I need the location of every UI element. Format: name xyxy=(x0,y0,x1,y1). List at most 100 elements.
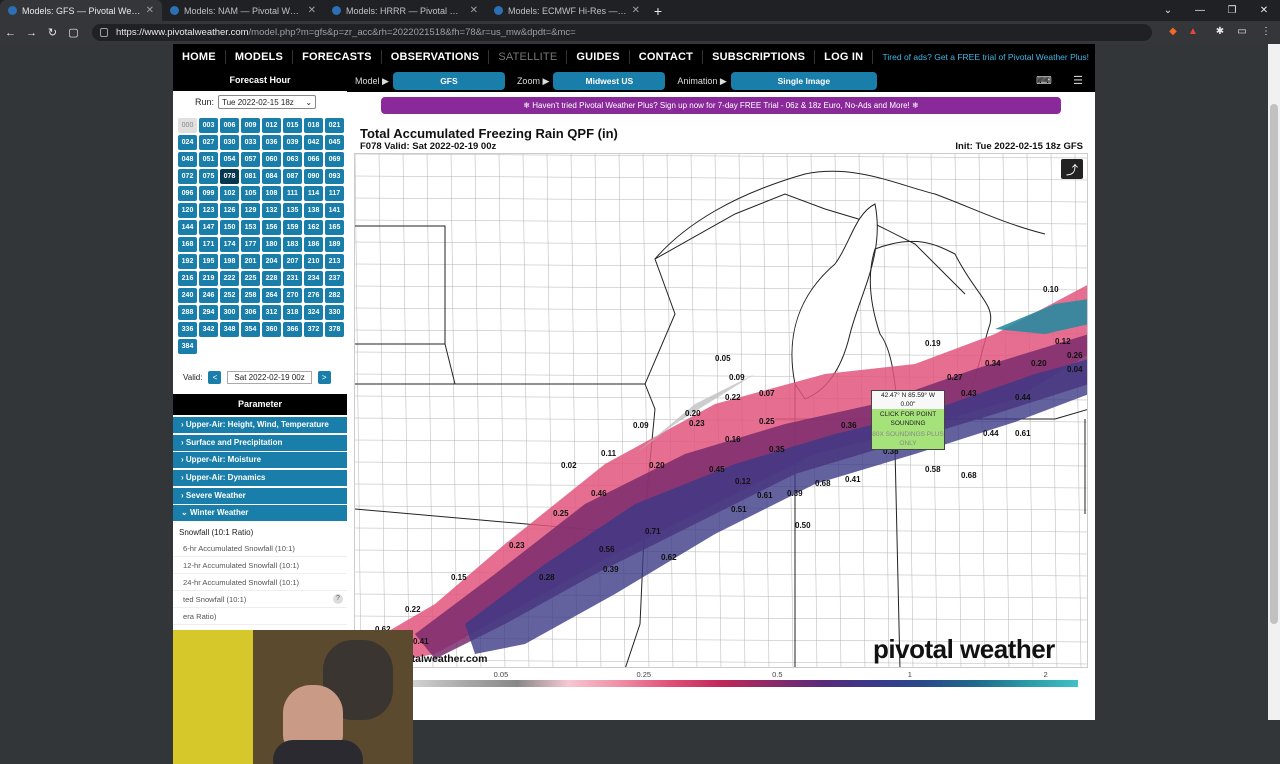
nav-subscriptions[interactable]: SUBSCRIPTIONS xyxy=(703,50,816,64)
forecast-hour-button[interactable]: 252 xyxy=(220,288,239,303)
forecast-hour-button[interactable]: 330 xyxy=(325,305,344,320)
forecast-hour-button[interactable]: 192 xyxy=(178,254,197,269)
close-window-icon[interactable]: ✕ xyxy=(1248,0,1280,21)
nav-home[interactable]: HOME xyxy=(173,50,226,64)
forecast-hour-button[interactable]: 117 xyxy=(325,186,344,201)
prev-hour-button[interactable]: < xyxy=(208,371,222,384)
forecast-hour-button[interactable]: 141 xyxy=(325,203,344,218)
forecast-hour-button[interactable]: 186 xyxy=(304,237,323,252)
back-icon[interactable]: ← xyxy=(0,27,21,39)
forecast-hour-button[interactable]: 195 xyxy=(199,254,218,269)
parameter-category[interactable]: ⌄ Winter Weather xyxy=(173,505,347,522)
help-icon[interactable]: ? xyxy=(333,594,343,605)
settings-sliders-icon[interactable]: ☰ xyxy=(1069,74,1087,88)
browser-tab[interactable]: Models: ECMWF Hi-Res — Pivotal We ✕ xyxy=(486,0,648,21)
forecast-hour-button[interactable]: 213 xyxy=(325,254,344,269)
forecast-hour-button[interactable]: 129 xyxy=(241,203,260,218)
nav-forecasts[interactable]: FORECASTS xyxy=(293,50,382,64)
forecast-hour-button[interactable]: 114 xyxy=(304,186,323,201)
forecast-hour-button[interactable]: 030 xyxy=(220,135,239,150)
forecast-hour-button[interactable]: 276 xyxy=(304,288,323,303)
forecast-hour-button[interactable]: 054 xyxy=(220,152,239,167)
forecast-hour-button[interactable]: 021 xyxy=(325,118,344,133)
forecast-hour-button[interactable]: 051 xyxy=(199,152,218,167)
bookmark-icon[interactable]: ▢ xyxy=(63,26,84,39)
forecast-hour-button[interactable]: 108 xyxy=(262,186,281,201)
address-bar[interactable]: https://www.pivotalweather.com/model.php… xyxy=(92,24,1152,41)
model-select[interactable]: GFS xyxy=(392,72,505,90)
parameter-category[interactable]: › Upper-Air: Height, Wind, Temperature xyxy=(173,417,347,433)
parameter-category[interactable]: › Upper-Air: Dynamics xyxy=(173,470,347,487)
forecast-hour-button[interactable]: 042 xyxy=(304,135,323,150)
wallet-icon[interactable]: ▭ xyxy=(1234,24,1250,40)
forecast-hour-button[interactable]: 090 xyxy=(304,169,323,184)
extensions-icon[interactable]: ✱ xyxy=(1212,24,1228,40)
forecast-hour-button[interactable]: 045 xyxy=(325,135,344,150)
forecast-hour-button[interactable]: 078 xyxy=(220,169,239,184)
forecast-hour-button[interactable]: 018 xyxy=(304,118,323,133)
forecast-hour-button[interactable]: 300 xyxy=(220,305,239,320)
forecast-hour-button[interactable]: 066 xyxy=(304,152,323,167)
zoom-select[interactable]: Midwest US xyxy=(553,72,666,90)
forecast-hour-button[interactable]: 237 xyxy=(325,271,344,286)
forecast-hour-button[interactable]: 312 xyxy=(262,305,281,320)
forecast-hour-button[interactable]: 201 xyxy=(241,254,260,269)
forecast-hour-button[interactable]: 198 xyxy=(220,254,239,269)
forecast-hour-button[interactable]: 060 xyxy=(262,152,281,167)
forecast-hour-button[interactable]: 153 xyxy=(241,220,260,235)
forecast-hour-button[interactable]: 132 xyxy=(262,203,281,218)
forecast-hour-button[interactable]: 144 xyxy=(178,220,197,235)
browser-tab[interactable]: Models: NAM — Pivotal Weather ✕ xyxy=(162,0,324,21)
point-sounding-button[interactable]: CLICK FOR POINT SOUNDING xyxy=(872,409,944,429)
forecast-hour-button[interactable]: 318 xyxy=(283,305,302,320)
forecast-hour-button[interactable]: 024 xyxy=(178,135,197,150)
nav-satellite[interactable]: SATELLITE xyxy=(489,50,568,64)
forecast-hour-button[interactable]: 246 xyxy=(199,288,218,303)
minimize-icon[interactable]: — xyxy=(1184,0,1216,21)
forecast-hour-button[interactable]: 180 xyxy=(262,237,281,252)
forecast-hour-button[interactable]: 063 xyxy=(283,152,302,167)
forecast-hour-button[interactable]: 039 xyxy=(283,135,302,150)
forecast-hour-button[interactable]: 111 xyxy=(283,186,302,201)
forecast-hour-button[interactable]: 216 xyxy=(178,271,197,286)
forecast-hour-button[interactable]: 183 xyxy=(283,237,302,252)
forecast-hour-button[interactable]: 225 xyxy=(241,271,260,286)
forecast-hour-button[interactable]: 093 xyxy=(325,169,344,184)
forecast-hour-button[interactable]: 003 xyxy=(199,118,218,133)
scroll-thumb[interactable] xyxy=(1270,104,1278,624)
forecast-hour-button[interactable]: 120 xyxy=(178,203,197,218)
next-hour-button[interactable]: > xyxy=(317,371,331,384)
forecast-hour-button[interactable]: 234 xyxy=(304,271,323,286)
forecast-hour-button[interactable]: 228 xyxy=(262,271,281,286)
forecast-hour-button[interactable]: 165 xyxy=(325,220,344,235)
forecast-hour-button[interactable]: 009 xyxy=(241,118,260,133)
nav-log-in[interactable]: LOG IN xyxy=(815,50,874,64)
forecast-hour-button[interactable]: 072 xyxy=(178,169,197,184)
forecast-hour-button[interactable]: 138 xyxy=(304,203,323,218)
forecast-hour-button[interactable]: 219 xyxy=(199,271,218,286)
forecast-hour-button[interactable]: 240 xyxy=(178,288,197,303)
forecast-hour-button[interactable]: 270 xyxy=(283,288,302,303)
close-tab-icon[interactable]: ✕ xyxy=(146,5,154,16)
forecast-hour-button[interactable]: 105 xyxy=(241,186,260,201)
forecast-hour-button[interactable]: 174 xyxy=(220,237,239,252)
new-tab-icon[interactable]: + xyxy=(648,0,668,21)
keyboard-icon[interactable]: ⌨ xyxy=(1035,74,1053,88)
forecast-hour-button[interactable]: 135 xyxy=(283,203,302,218)
forecast-hour-button[interactable]: 087 xyxy=(283,169,302,184)
forecast-hour-button[interactable]: 222 xyxy=(220,271,239,286)
nav-observations[interactable]: OBSERVATIONS xyxy=(382,50,490,64)
forecast-hour-button[interactable]: 210 xyxy=(304,254,323,269)
parameter-category[interactable]: › Severe Weather xyxy=(173,487,347,504)
forecast-hour-button[interactable]: 177 xyxy=(241,237,260,252)
forecast-hour-button[interactable]: 204 xyxy=(262,254,281,269)
forecast-hour-button[interactable]: 000 xyxy=(178,118,197,133)
forecast-hour-button[interactable]: 102 xyxy=(220,186,239,201)
forecast-hour-button[interactable]: 306 xyxy=(241,305,260,320)
forecast-hour-button[interactable]: 081 xyxy=(241,169,260,184)
page-scrollbar[interactable] xyxy=(1268,44,1280,720)
forecast-hour-button[interactable]: 069 xyxy=(325,152,344,167)
forecast-hour-button[interactable]: 006 xyxy=(220,118,239,133)
rewards-icon[interactable]: ▲ xyxy=(1185,24,1201,40)
forecast-hour-button[interactable]: 348 xyxy=(220,322,239,337)
